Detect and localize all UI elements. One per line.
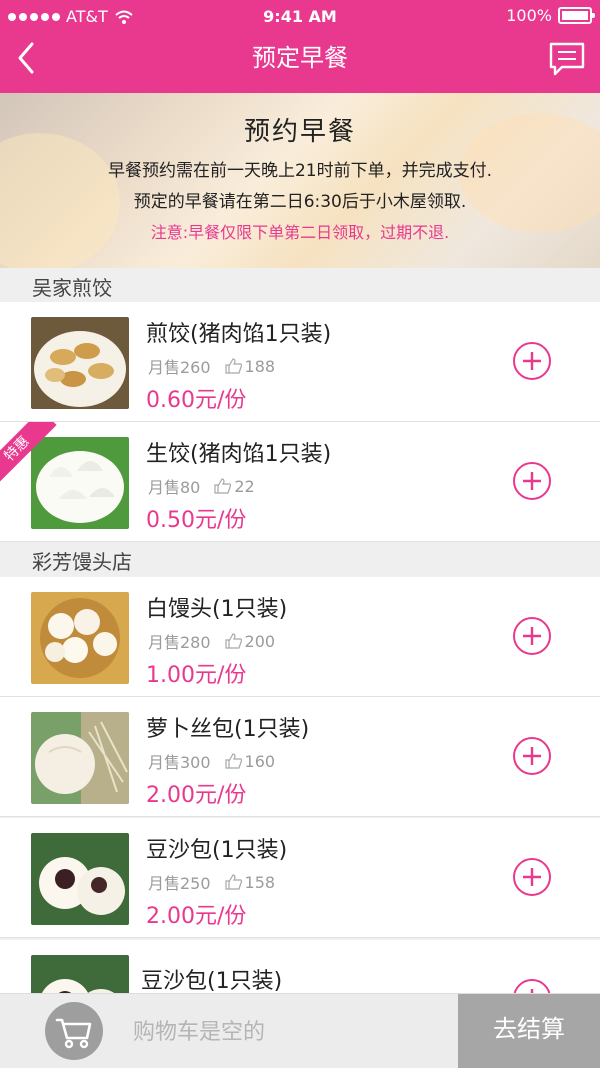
battery-info: 100%	[506, 6, 595, 25]
item-stats: 月售260 188	[148, 354, 275, 378]
item-name: 豆沙包(1只装)	[141, 969, 283, 994]
item-sales: 月售80	[148, 478, 201, 497]
item-price: 0.50元/份	[146, 508, 247, 533]
top-bar: AT&T 9:41 AM 100% 预定早餐	[0, 0, 600, 93]
list-item[interactable]: 萝卜丝包(1只装) 月售300 160 2.00元/份	[0, 697, 600, 817]
list-item[interactable]: 特惠 生饺(猪肉馅1只装) 月售80 22 0.50元/份	[0, 422, 600, 542]
item-name: 萝卜丝包(1只装)	[146, 717, 310, 742]
item-name: 生饺(猪肉馅1只装)	[146, 442, 332, 467]
item-thumbnail	[31, 712, 129, 804]
item-likes: 158	[244, 872, 276, 892]
item-thumbnail	[31, 833, 129, 925]
item-sales: 月售260	[148, 358, 211, 377]
notice-banner: 预约早餐 早餐预约需在前一天晚上21时前下单，并完成支付. 预定的早餐请在第二日…	[0, 93, 600, 268]
list-item[interactable]: 煎饺(猪肉馅1只装) 月售260 188 0.60元/份	[0, 302, 600, 422]
checkout-button[interactable]: 去结算	[458, 994, 600, 1068]
banner-note: 注意:早餐仅限下单第二日领取，过期不退.	[150, 223, 450, 242]
shopping-cart-icon	[55, 1018, 92, 1049]
item-likes: 22	[234, 476, 255, 496]
add-to-cart-icon[interactable]	[512, 616, 552, 656]
item-price: 0.60元/份	[146, 388, 247, 413]
item-price: 2.00元/份	[146, 783, 247, 808]
thumbs-up-icon	[224, 753, 242, 769]
item-name: 白馒头(1只装)	[146, 597, 288, 622]
item-name: 煎饺(猪肉馅1只装)	[146, 322, 332, 347]
section-title: 彩芳馒头店	[32, 550, 132, 574]
list-item[interactable]: 豆沙包(1只装) 月售250 158 2.00元/份	[0, 818, 600, 938]
item-sales: 月售280	[148, 633, 211, 652]
thumbs-up-icon	[224, 358, 242, 374]
nav-bar: 预定早餐	[0, 32, 600, 93]
cart-empty-label: 购物车是空的	[133, 1020, 266, 1045]
battery-icon	[558, 7, 595, 24]
battery-label: 100%	[506, 6, 552, 25]
section-title: 吴家煎饺	[32, 276, 112, 300]
add-to-cart-icon[interactable]	[512, 736, 552, 776]
discount-badge: 特惠	[0, 422, 58, 486]
badge-label: 特惠	[0, 422, 57, 486]
cart-bar: 购物车是空的 去结算	[0, 993, 600, 1068]
item-likes: 188	[244, 356, 276, 376]
cart-button[interactable]	[45, 1002, 103, 1060]
add-to-cart-icon[interactable]	[512, 857, 552, 897]
status-bar: AT&T 9:41 AM 100%	[0, 0, 600, 32]
item-sales: 月售250	[148, 874, 211, 893]
item-name: 豆沙包(1只装)	[146, 838, 288, 863]
thumbs-up-icon	[224, 633, 242, 649]
page-title: 预定早餐	[252, 44, 348, 72]
banner-text: 预约早餐 早餐预约需在前一天晚上21时前下单，并完成支付. 预定的早餐请在第二日…	[0, 111, 600, 248]
thumbs-up-icon	[214, 478, 232, 494]
item-stats: 月售80 22	[148, 474, 255, 498]
banner-line-2: 预定的早餐请在第二日6:30后于小木屋领取.	[133, 192, 467, 212]
item-likes: 200	[244, 631, 276, 651]
section-header: 彩芳馒头店	[0, 542, 600, 576]
item-thumbnail	[31, 592, 129, 684]
banner-heading: 预约早餐	[243, 117, 356, 147]
item-stats: 月售280 200	[148, 629, 275, 653]
add-to-cart-icon[interactable]	[512, 341, 552, 381]
section-header: 吴家煎饺	[0, 268, 600, 302]
item-thumbnail	[31, 317, 129, 409]
banner-line-1: 早餐预约需在前一天晚上21时前下单，并完成支付.	[107, 161, 493, 181]
item-price: 2.00元/份	[146, 904, 247, 929]
item-stats: 月售300 160	[148, 749, 275, 773]
item-sales: 月售300	[148, 753, 211, 772]
item-likes: 160	[244, 751, 276, 771]
item-price: 1.00元/份	[146, 663, 247, 688]
message-icon[interactable]	[548, 40, 586, 78]
item-stats: 月售250 158	[148, 870, 275, 894]
list-item[interactable]: 白馒头(1只装) 月售280 200 1.00元/份	[0, 577, 600, 697]
thumbs-up-icon	[224, 874, 242, 890]
add-to-cart-icon[interactable]	[512, 461, 552, 501]
